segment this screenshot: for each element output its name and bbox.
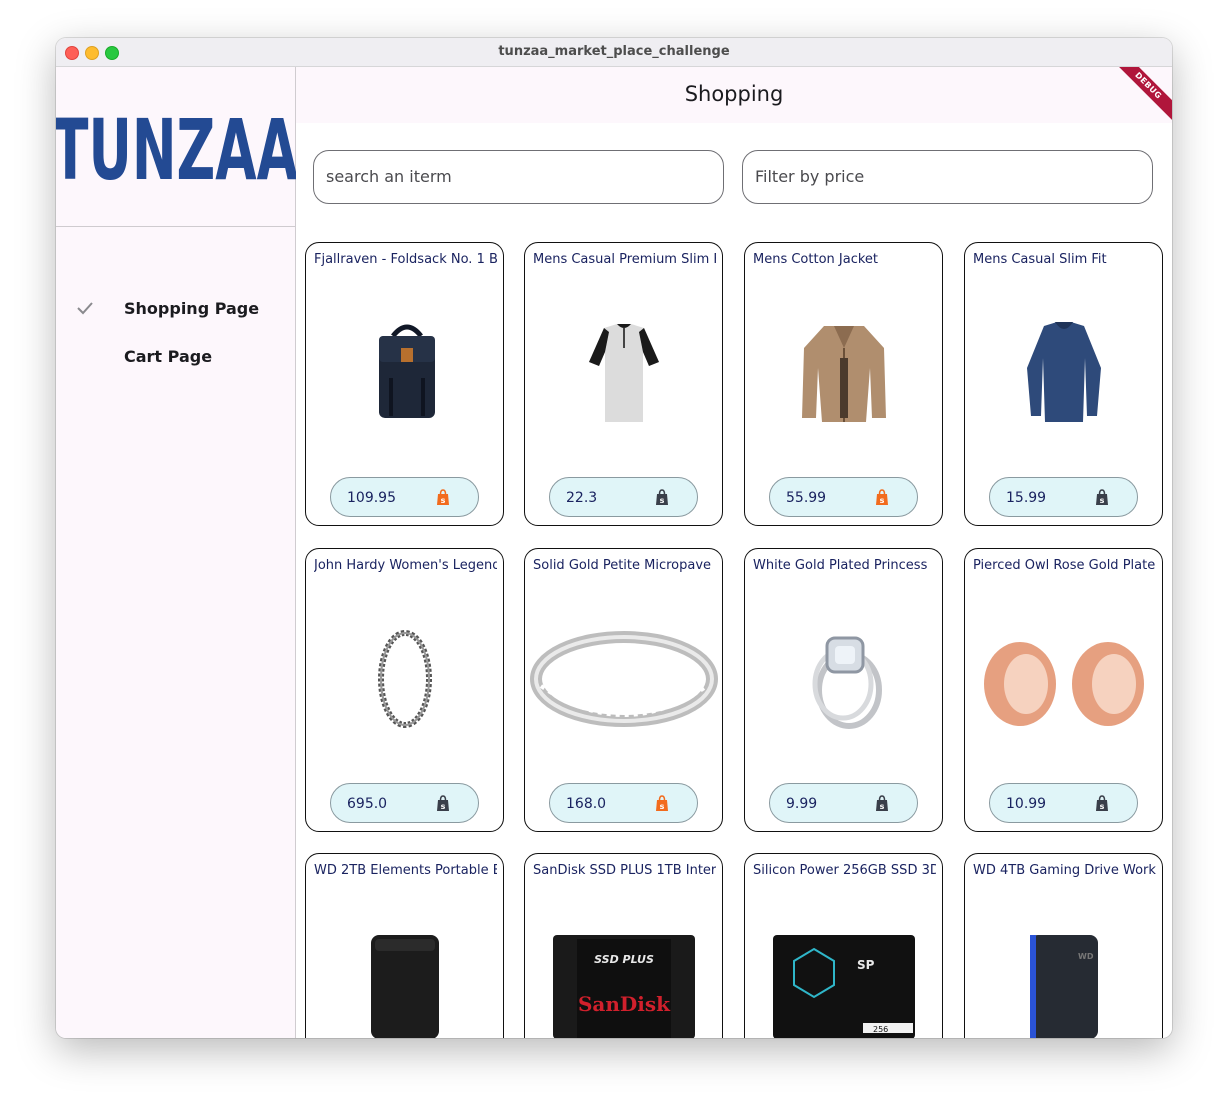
product-card[interactable]: Mens Casual Premium Slim Fit T-Shirts 22.… [524,242,723,526]
product-title: SanDisk SSD PLUS 1TB Internal SSD [533,863,716,878]
sp-brand-text: SP [857,958,875,972]
product-price: 695.0 [347,796,388,812]
shopping-bag-icon: s [876,489,888,505]
sidebar-divider [56,226,295,227]
product-card[interactable]: Mens Casual Slim Fit 15.99 s [964,242,1163,526]
check-icon [77,302,93,315]
product-card[interactable]: WD 4TB Gaming Drive Works with Playstati… [964,853,1163,1038]
product-price: 109.95 [347,490,396,506]
svg-text:s: s [660,802,665,811]
shopping-bag-icon: s [437,795,449,811]
sidebar-item-label: Shopping Page [124,299,260,318]
product-title: John Hardy Women's Legends Naga Gold & S… [314,558,497,573]
product-card[interactable]: Solid Gold Petite Micropave 168.0 s [524,548,723,832]
product-image [306,890,503,1038]
product-image [525,279,722,467]
page-title: Shopping [684,82,784,106]
product-price: 55.99 [786,490,827,506]
product-image [306,585,503,773]
shopping-bag-icon: s [1096,489,1108,505]
sandisk-ssd-plus-text: SSD PLUS [594,953,654,966]
filter-price-input[interactable] [755,167,1135,186]
product-card[interactable]: Pierced Owl Rose Gold Plated Stainless S… [964,548,1163,832]
shopping-bag-icon: s [876,795,888,811]
shopping-bag-icon: s [656,489,668,505]
search-field[interactable] [313,150,724,204]
svg-text:s: s [880,496,885,505]
sandisk-brand-text: SanDisk [577,992,670,1016]
svg-text:s: s [1100,802,1105,811]
price-button[interactable]: 695.0 s [330,783,479,823]
product-card[interactable]: Fjallraven - Foldsack No. 1 Backpack, Fi… [305,242,504,526]
title-bar: tunzaa_market_place_challenge [56,38,1172,67]
product-card[interactable]: WD 2TB Elements Portable External Hard D… [305,853,504,1038]
product-title: WD 4TB Gaming Drive Works with Playstati… [973,863,1156,878]
product-price: 22.3 [566,490,598,506]
price-button[interactable]: 55.99 s [769,477,918,517]
product-price: 168.0 [566,796,607,812]
price-button[interactable]: 168.0 s [549,783,698,823]
product-card[interactable]: White Gold Plated Princess 9.99 s [744,548,943,832]
shopping-bag-icon: s [437,489,449,505]
price-button[interactable]: 9.99 s [769,783,918,823]
price-button[interactable]: 15.99 s [989,477,1138,517]
price-button[interactable]: 109.95 s [330,477,479,517]
product-price: 10.99 [1006,796,1047,812]
filter-field[interactable] [742,150,1153,204]
svg-text:s: s [441,496,446,505]
product-price: 15.99 [1006,490,1047,506]
window-title: tunzaa_market_place_challenge [498,44,730,59]
search-input[interactable] [326,167,706,186]
product-image [745,585,942,773]
product-title: Mens Casual Slim Fit [973,252,1107,267]
product-price: 9.99 [786,796,818,812]
svg-text:s: s [1100,496,1105,505]
shopping-bag-icon: s [656,795,668,811]
sidebar-item-label: Cart Page [124,347,213,366]
product-title: WD 2TB Elements Portable External Hard D… [314,863,497,878]
tunzaa-logo: TUNZAA [56,107,296,192]
product-image [965,585,1162,773]
svg-text:s: s [441,802,446,811]
product-image [745,279,942,467]
app-window: tunzaa_market_place_challenge TUNZAA Sho… [56,38,1172,1038]
shopping-bag-icon: s [1096,795,1108,811]
product-card[interactable]: SanDisk SSD PLUS 1TB Internal SSD SSD PLU… [524,853,723,1038]
sp-capacity-text: 256 [873,1025,888,1034]
svg-text:s: s [880,802,885,811]
product-card[interactable]: John Hardy Women's Legends Naga Gold & S… [305,548,504,832]
product-image: SP 256 [745,890,942,1038]
product-title: Mens Cotton Jacket [753,252,879,267]
product-image [965,279,1162,467]
price-button[interactable]: 10.99 s [989,783,1138,823]
main-content: Shopping DEBUG Fjallraven - Foldsack No.… [296,67,1172,1038]
product-image [525,585,722,773]
product-image: WD [965,890,1162,1038]
navigation-drawer: TUNZAA Shopping Page Cart Page [56,67,296,1038]
product-title: Fjallraven - Foldsack No. 1 Backpack, Fi… [314,252,497,267]
logo-text: TUNZAA [56,107,296,192]
price-button[interactable]: 22.3 s [549,477,698,517]
wd-brand-text: WD [1078,952,1094,961]
sidebar-item-shopping-page[interactable]: Shopping Page [56,292,295,328]
product-card[interactable]: Silicon Power 256GB SSD 3D NANDSP256109s [744,853,943,1038]
product-title: Solid Gold Petite Micropave [533,558,712,573]
app-bar: Shopping [296,67,1172,123]
product-title: White Gold Plated Princess [753,558,928,573]
sidebar-item-cart-page[interactable]: Cart Page [56,340,295,376]
product-title: Pierced Owl Rose Gold Plated Stainless S… [973,558,1156,573]
product-image: SSD PLUS SanDisk [525,890,722,1038]
product-card[interactable]: Mens Cotton Jacket 55.99 s [744,242,943,526]
product-title: Silicon Power 256GB SSD 3D NAND [753,863,936,878]
svg-text:s: s [660,496,665,505]
product-title: Mens Casual Premium Slim Fit T-Shirts [533,252,716,267]
product-image [306,279,503,467]
